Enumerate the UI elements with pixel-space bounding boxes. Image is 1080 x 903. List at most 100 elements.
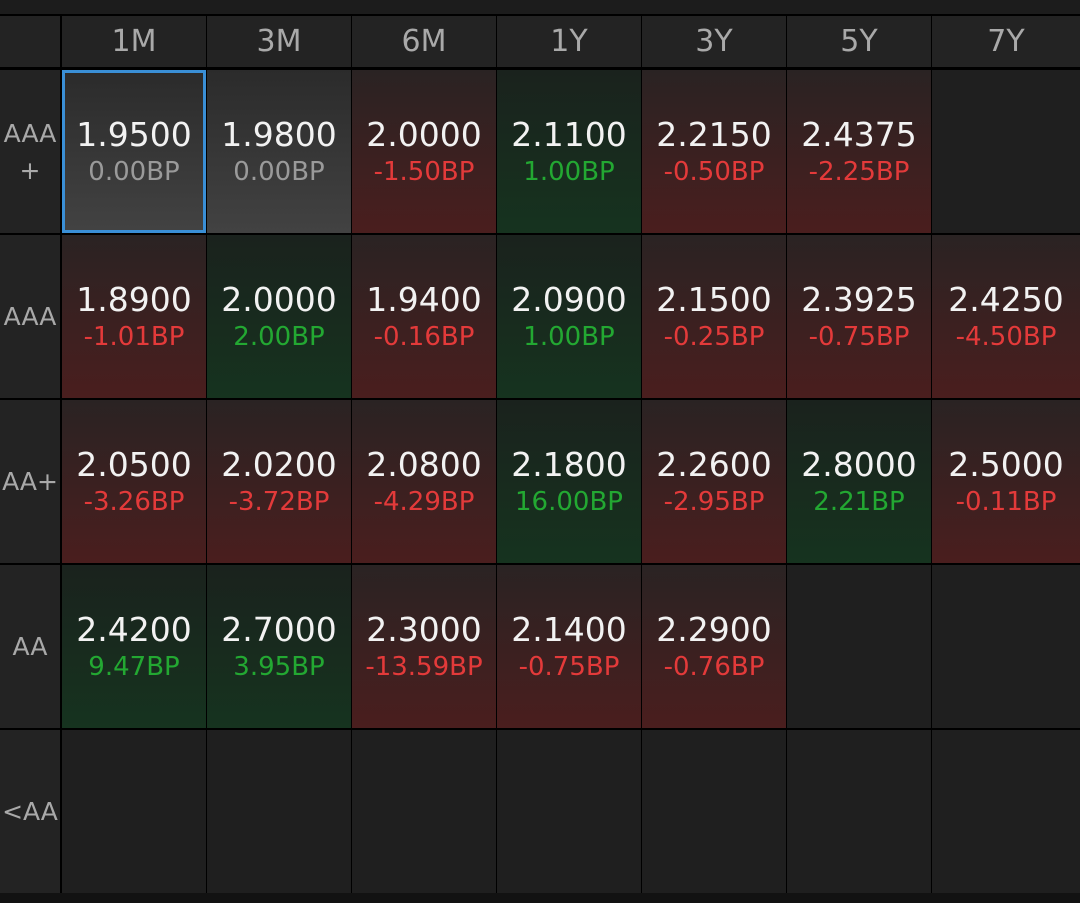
change-value: -0.16BP — [373, 321, 475, 352]
rate-value: 2.1100 — [511, 114, 627, 154]
row-header-0[interactable]: AAA+ — [0, 70, 60, 233]
row-header-3[interactable]: AA — [0, 565, 60, 728]
empty-cell — [62, 730, 206, 893]
rate-value: 2.1500 — [656, 279, 772, 319]
rate-cell[interactable]: 1.9800 0.00BP — [207, 70, 351, 233]
change-value: 2.21BP — [813, 486, 905, 517]
rate-cell[interactable]: 2.0900 1.00BP — [497, 235, 641, 398]
change-value: -3.72BP — [228, 486, 330, 517]
row-header-4[interactable]: <AA — [0, 730, 60, 893]
rate-value: 2.1400 — [511, 609, 627, 649]
rate-cell[interactable]: 2.0500 -3.26BP — [62, 400, 206, 563]
rate-cell[interactable]: 1.8900 -1.01BP — [62, 235, 206, 398]
empty-cell — [932, 730, 1080, 893]
corner-header — [0, 16, 60, 67]
rate-cell[interactable]: 2.4250 -4.50BP — [932, 235, 1080, 398]
rate-value: 2.1800 — [511, 444, 627, 484]
rate-value: 2.0500 — [76, 444, 192, 484]
rate-value: 2.4250 — [948, 279, 1064, 319]
change-value: -0.76BP — [663, 651, 765, 682]
empty-cell — [497, 730, 641, 893]
rate-value: 2.8000 — [801, 444, 917, 484]
column-header-7y[interactable]: 7Y — [932, 16, 1080, 67]
empty-cell — [787, 565, 931, 728]
rate-cell[interactable]: 2.2150 -0.50BP — [642, 70, 786, 233]
rate-cell[interactable]: 2.8000 2.21BP — [787, 400, 931, 563]
rate-value: 2.0800 — [366, 444, 482, 484]
rate-value: 2.3925 — [801, 279, 917, 319]
change-value: -0.25BP — [663, 321, 765, 352]
change-value: 1.00BP — [523, 321, 615, 352]
change-value: 1.00BP — [523, 156, 615, 187]
rate-value: 2.0000 — [366, 114, 482, 154]
rate-cell[interactable]: 2.1800 16.00BP — [497, 400, 641, 563]
change-value: -13.59BP — [365, 651, 483, 682]
rate-cell[interactable]: 2.3925 -0.75BP — [787, 235, 931, 398]
rate-value: 1.8900 — [76, 279, 192, 319]
rate-value: 2.2600 — [656, 444, 772, 484]
row-header-2[interactable]: AA+ — [0, 400, 60, 563]
rate-value: 2.0000 — [221, 279, 337, 319]
rate-cell[interactable]: 2.3000 -13.59BP — [352, 565, 496, 728]
change-value: -2.95BP — [663, 486, 765, 517]
rate-value: 1.9500 — [76, 114, 192, 154]
rate-cell[interactable]: 2.7000 3.95BP — [207, 565, 351, 728]
rate-cell[interactable]: 2.0200 -3.72BP — [207, 400, 351, 563]
rate-cell[interactable]: 2.1100 1.00BP — [497, 70, 641, 233]
rate-value: 2.2900 — [656, 609, 772, 649]
rate-cell[interactable]: 2.1400 -0.75BP — [497, 565, 641, 728]
change-value: 0.00BP — [233, 156, 325, 187]
empty-cell — [207, 730, 351, 893]
rate-value: 2.7000 — [221, 609, 337, 649]
column-header-3y[interactable]: 3Y — [642, 16, 786, 67]
rate-cell[interactable]: 2.0000 -1.50BP — [352, 70, 496, 233]
column-header-1m[interactable]: 1M — [62, 16, 206, 67]
change-value: -3.26BP — [83, 486, 185, 517]
change-value: -4.50BP — [955, 321, 1057, 352]
change-value: -0.75BP — [808, 321, 910, 352]
change-value: 9.47BP — [88, 651, 180, 682]
column-header-6m[interactable]: 6M — [352, 16, 496, 67]
rate-cell[interactable]: 2.2900 -0.76BP — [642, 565, 786, 728]
rate-cell[interactable]: 2.0800 -4.29BP — [352, 400, 496, 563]
rate-cell[interactable]: 1.9500 0.00BP — [62, 70, 206, 233]
rate-value: 2.2150 — [656, 114, 772, 154]
empty-cell — [787, 730, 931, 893]
rate-cell[interactable]: 2.4375 -2.25BP — [787, 70, 931, 233]
rate-value: 2.5000 — [948, 444, 1064, 484]
empty-cell — [642, 730, 786, 893]
change-value: 2.00BP — [233, 321, 325, 352]
change-value: 16.00BP — [515, 486, 623, 517]
rate-cell[interactable]: 2.0000 2.00BP — [207, 235, 351, 398]
rate-value: 2.4375 — [801, 114, 917, 154]
column-header-3m[interactable]: 3M — [207, 16, 351, 67]
empty-cell — [932, 70, 1080, 233]
rate-cell[interactable]: 1.9400 -0.16BP — [352, 235, 496, 398]
column-header-1y[interactable]: 1Y — [497, 16, 641, 67]
bottom-strip — [0, 893, 1080, 903]
rate-cell[interactable]: 2.2600 -2.95BP — [642, 400, 786, 563]
rate-value: 2.0900 — [511, 279, 627, 319]
rate-value: 2.0200 — [221, 444, 337, 484]
rate-cell[interactable]: 2.4200 9.47BP — [62, 565, 206, 728]
row-header-1[interactable]: AAA — [0, 235, 60, 398]
yield-matrix: 1M 3M 6M 1Y 3Y 5Y 7Y AAA+ 1.9500 0.00BP 1.9800 0.00… — [0, 0, 1080, 903]
rate-cell[interactable]: 2.1500 -0.25BP — [642, 235, 786, 398]
top-strip — [0, 0, 1080, 14]
rate-value: 1.9800 — [221, 114, 337, 154]
empty-cell — [352, 730, 496, 893]
change-value: -0.75BP — [518, 651, 620, 682]
rate-value: 2.3000 — [366, 609, 482, 649]
rate-value: 1.9400 — [366, 279, 482, 319]
change-value: -0.11BP — [955, 486, 1057, 517]
empty-cell — [932, 565, 1080, 728]
change-value: -1.01BP — [83, 321, 185, 352]
change-value: -4.29BP — [373, 486, 475, 517]
column-header-5y[interactable]: 5Y — [787, 16, 931, 67]
change-value: -2.25BP — [808, 156, 910, 187]
change-value: -0.50BP — [663, 156, 765, 187]
change-value: 0.00BP — [88, 156, 180, 187]
rate-value: 2.4200 — [76, 609, 192, 649]
rate-cell[interactable]: 2.5000 -0.11BP — [932, 400, 1080, 563]
change-value: -1.50BP — [373, 156, 475, 187]
